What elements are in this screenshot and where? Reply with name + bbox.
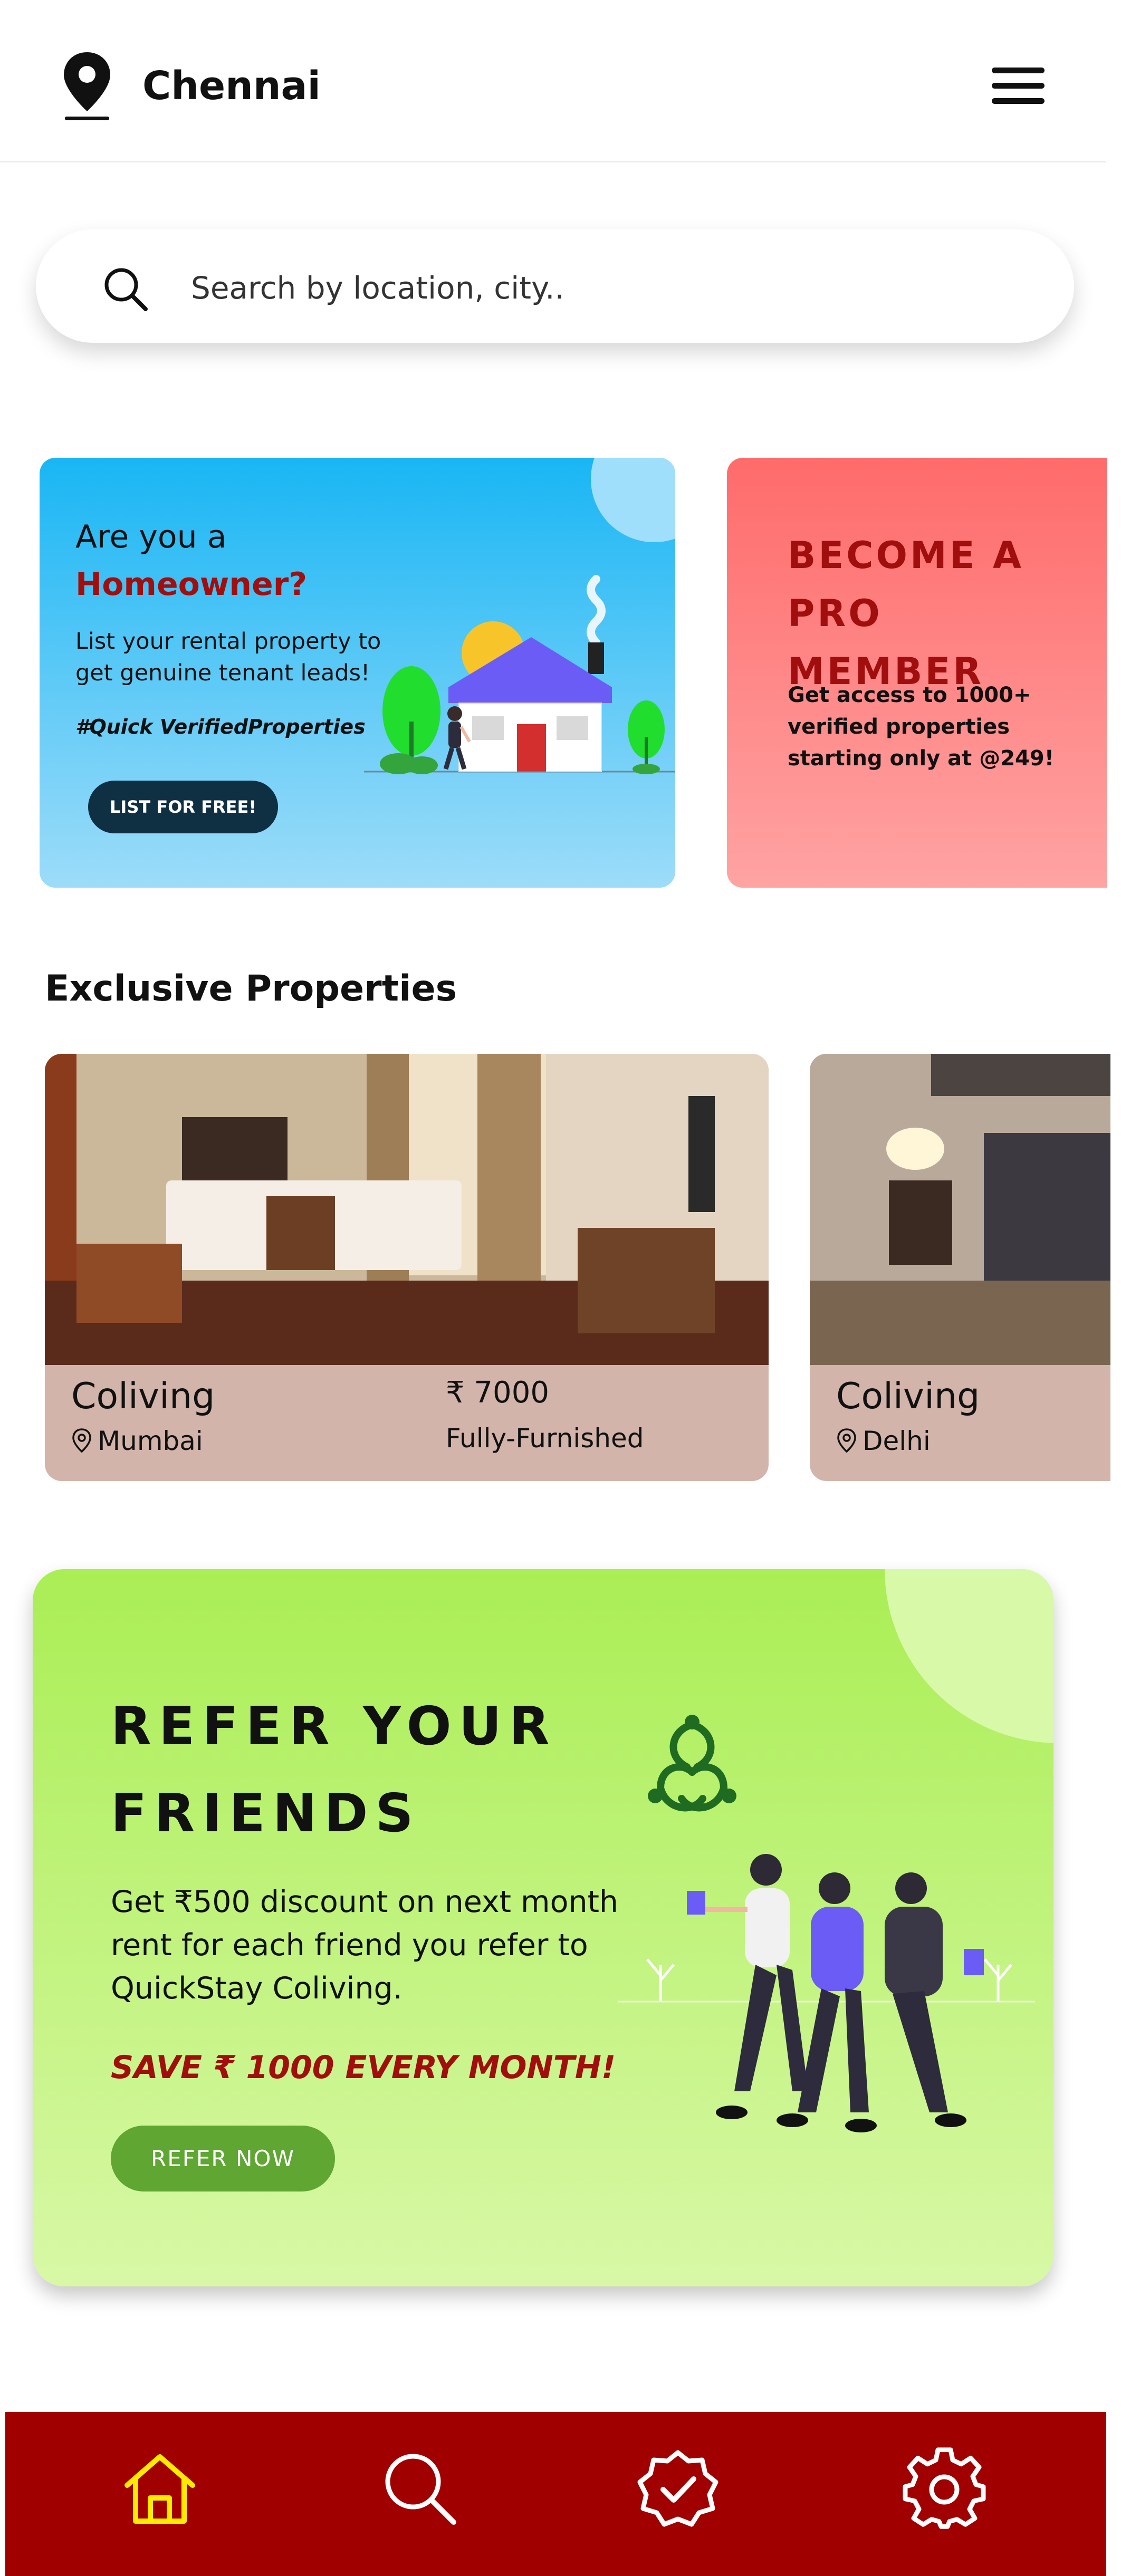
location-outline-icon — [72, 1428, 91, 1453]
current-city[interactable]: Chennai — [142, 63, 321, 109]
homeowner-title-line2: Homeowner? — [75, 566, 308, 603]
house-illustration — [364, 563, 675, 785]
refer-description: Get ₹500 discount on next month rent for… — [111, 1885, 619, 2006]
property-location: Mumbai — [71, 1426, 203, 1456]
property-photo — [810, 1054, 1110, 1365]
settings-icon[interactable] — [902, 2447, 986, 2532]
property-location-text: Delhi — [863, 1426, 931, 1456]
property-photo — [45, 1054, 769, 1365]
property-furnishing: Fully-Furnished — [446, 1423, 644, 1454]
refer-friends-banner: REFER YOUR FRIENDS Get ₹500 discount on … — [33, 1569, 1053, 2286]
pro-member-banner[interactable]: BECOME A PRO MEMBER Get access to 1000+ … — [727, 458, 1107, 888]
search-icon[interactable] — [379, 2447, 463, 2532]
refer-now-button[interactable]: REFER NOW — [111, 2126, 335, 2191]
property-location-text: Mumbai — [98, 1426, 203, 1456]
refer-title: REFER YOUR FRIENDS — [111, 1695, 557, 1844]
property-type: Coliving — [836, 1376, 980, 1417]
pro-member-description: Get access to 1000+ verified properties … — [788, 683, 1054, 771]
search-input[interactable] — [190, 264, 983, 312]
property-card[interactable]: Coliving Mumbai ₹ 7000 Fully-Furnished — [45, 1054, 769, 1481]
friends-illustration — [618, 1817, 1035, 2155]
homeowner-tag: #Quick VerifiedProperties — [75, 715, 366, 738]
property-price: ₹ 7000 — [446, 1376, 549, 1410]
exclusive-properties-title: Exclusive Properties — [45, 968, 457, 1010]
hamburger-menu-icon[interactable] — [992, 68, 1045, 104]
decorative-circle — [591, 458, 675, 542]
homeowner-title-line1: Are you a — [75, 518, 227, 555]
verified-icon[interactable] — [636, 2447, 720, 2532]
search-icon[interactable] — [100, 264, 150, 314]
property-card[interactable]: Coliving Delhi — [810, 1054, 1110, 1481]
property-type: Coliving — [71, 1376, 215, 1417]
pro-member-title: BECOME A PRO MEMBER — [788, 534, 1024, 693]
list-for-free-button[interactable]: LIST FOR FREE! — [88, 781, 278, 833]
community-logo-icon — [629, 1709, 755, 1825]
location-pin-icon[interactable] — [61, 50, 113, 121]
home-icon[interactable] — [118, 2447, 202, 2532]
refer-save-text: SAVE ₹ 1000 EVERY MONTH! — [111, 2049, 616, 2086]
homeowner-description: List your rental property to get genuine… — [75, 628, 381, 686]
property-location: Delhi — [836, 1426, 931, 1456]
homeowner-banner[interactable]: Are you a Homeowner? List your rental pr… — [40, 458, 675, 888]
decorative-corner — [885, 1569, 1053, 1743]
location-outline-icon — [837, 1428, 856, 1453]
